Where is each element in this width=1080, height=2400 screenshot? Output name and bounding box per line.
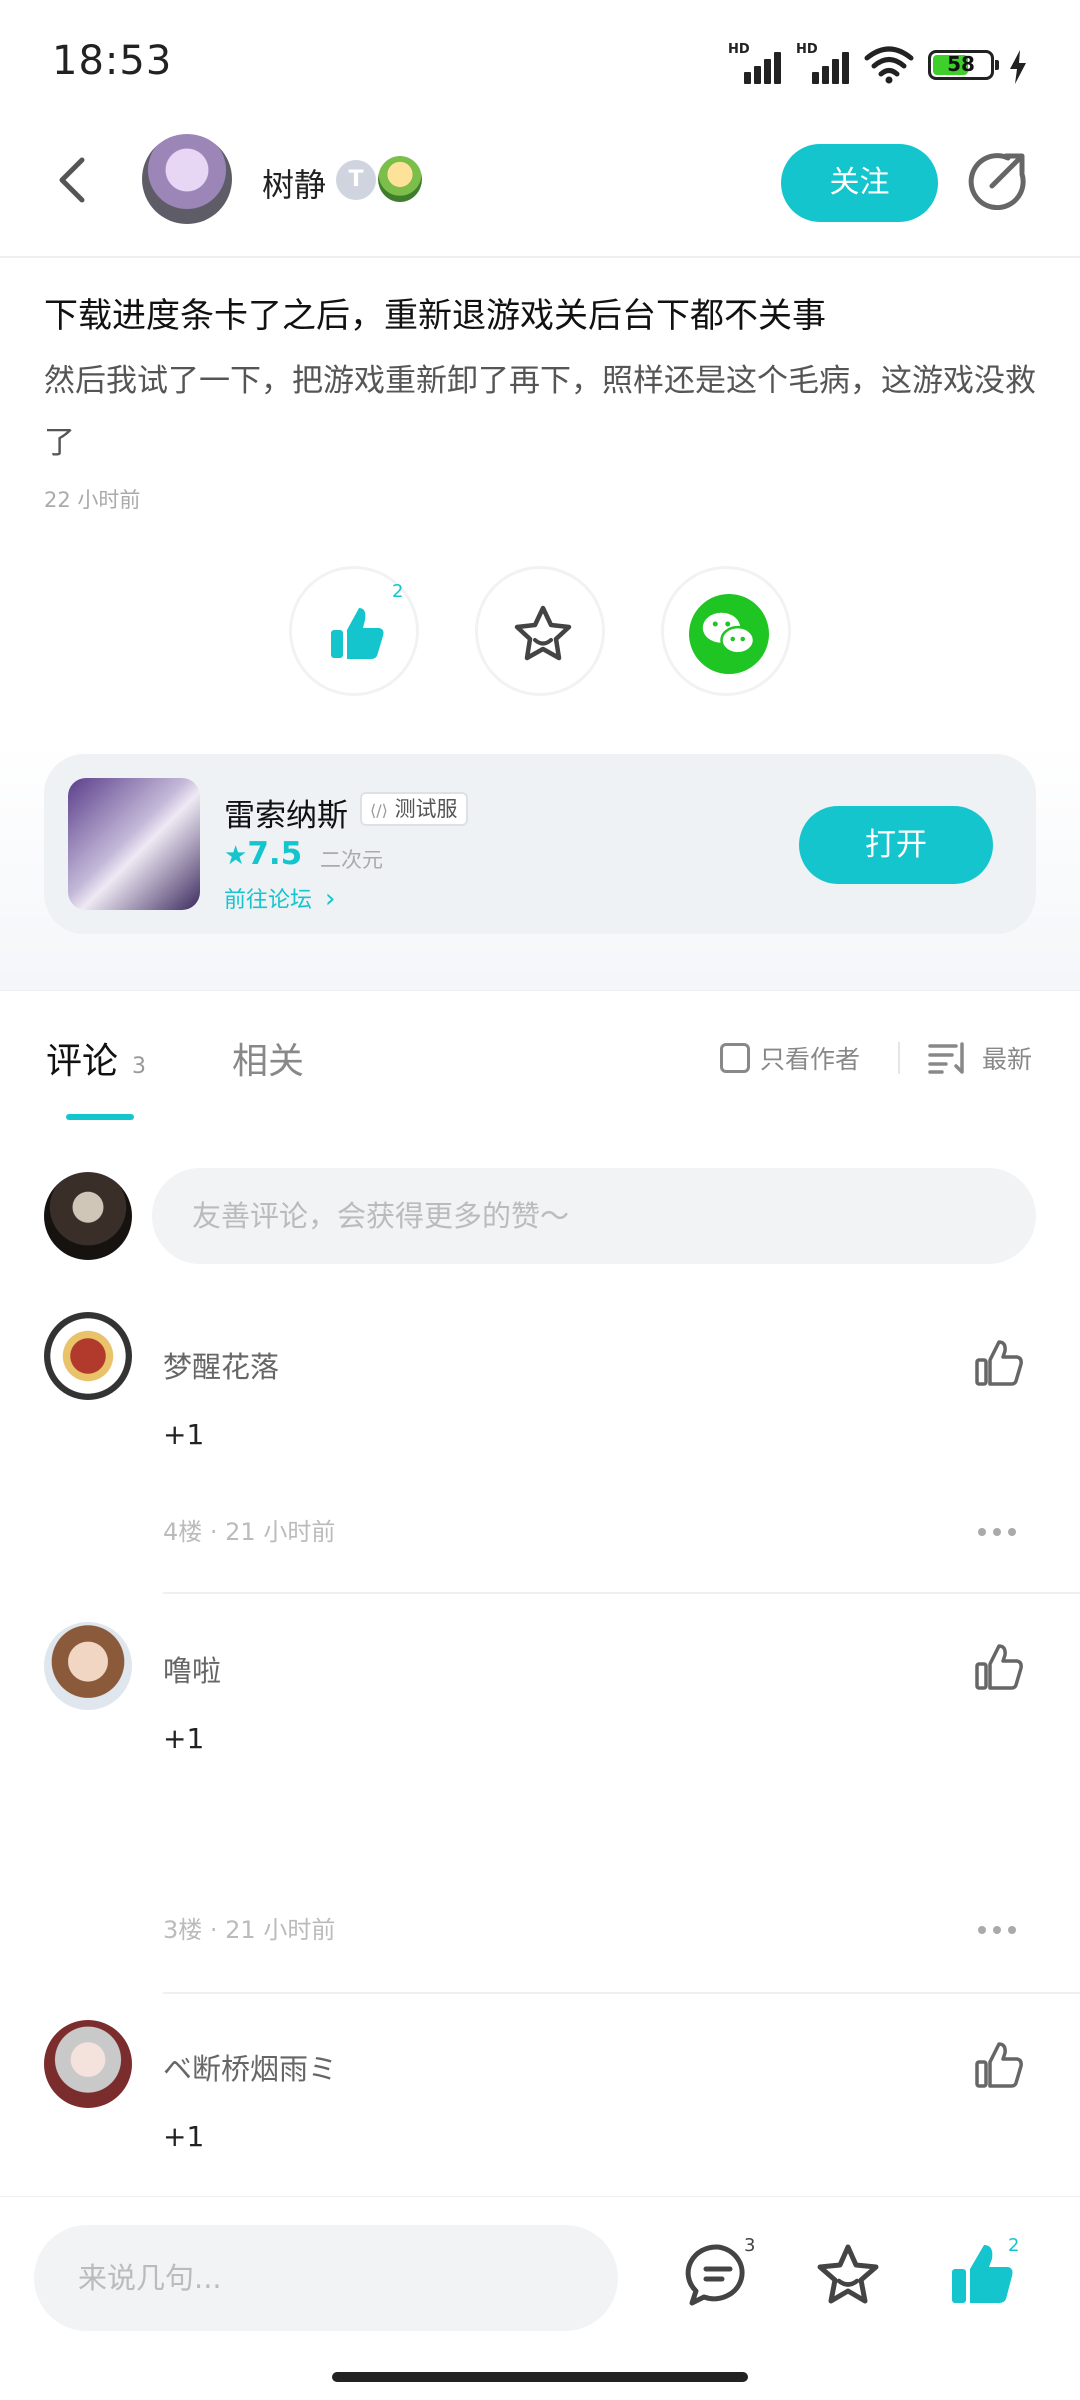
tab-comments-label: 评论 (46, 1041, 119, 1082)
section-divider (0, 990, 1080, 991)
like-count: 2 (392, 581, 404, 602)
post-title: 下载进度条卡了之后，重新退游戏关后台下都不关事 (44, 296, 826, 336)
bottom-like-icon[interactable] (948, 2241, 1016, 2309)
comment-separator (163, 1592, 1080, 1594)
comment-author[interactable]: ベ断桥烟雨ミ (163, 2046, 337, 2088)
favorite-button[interactable] (475, 566, 605, 696)
test-server-tag-label: 测试服 (394, 797, 458, 821)
status-icons: HD HD 58 (728, 40, 1028, 84)
game-rating: ★7.5 (224, 836, 302, 872)
back-arrow-icon[interactable] (48, 150, 98, 210)
sort-icon (928, 1042, 964, 1074)
game-genre: 二次元 (320, 848, 383, 872)
forum-link[interactable]: 前往论坛 › (224, 882, 335, 914)
only-author-toggle[interactable]: 只看作者 (720, 1040, 860, 1076)
charging-icon (1010, 50, 1026, 84)
comment-text: +1 (163, 1722, 205, 1755)
wechat-icon (689, 594, 769, 674)
share-icon[interactable] (968, 150, 1028, 210)
follow-button[interactable]: 关注 (781, 144, 938, 222)
comment-like-icon[interactable] (972, 1640, 1026, 1694)
post-body: 然后我试了一下，把游戏重新卸了再下，照样还是这个毛病，这游戏没救了 (44, 363, 1036, 461)
wechat-share-button[interactable] (661, 566, 791, 696)
status-time: 18:53 (52, 38, 173, 84)
rating-value: 7.5 (247, 836, 303, 872)
comment-text: +1 (163, 1418, 205, 1451)
wifi-icon (864, 46, 914, 84)
comment-avatar[interactable] (44, 1312, 132, 1400)
open-game-button[interactable]: 打开 (799, 806, 993, 884)
test-server-tag: ⟨/⟩ 测试服 (360, 792, 468, 826)
comment-avatar[interactable] (44, 1622, 132, 1710)
tab-indicator (66, 1114, 134, 1120)
battery-icon: 58 (928, 50, 999, 80)
bottom-comment-input[interactable]: 来说几句... (34, 2225, 618, 2331)
comment-avatar[interactable] (44, 2020, 132, 2108)
sort-separator (898, 1042, 900, 1074)
game-icon[interactable] (68, 778, 200, 910)
chevron-right-icon: › (325, 884, 336, 914)
comment-like-icon[interactable] (972, 2038, 1026, 2092)
cell-signal-2-icon: HD (796, 42, 850, 84)
comment-meta: 3楼 · 21 小时前 (163, 1916, 336, 1944)
only-author-label: 只看作者 (760, 1045, 861, 1074)
sort-label: 最新 (982, 1045, 1033, 1074)
cell-signal-icon: HD (728, 42, 782, 84)
bottom-like-count: 2 (1008, 2235, 1020, 2256)
post-header: 树静 T 关注 (0, 120, 1080, 258)
bottom-star-icon[interactable] (814, 2241, 882, 2309)
author-avatar[interactable] (142, 134, 232, 224)
comment-like-icon[interactable] (972, 1336, 1026, 1390)
medal-badge-icon (378, 156, 422, 202)
tab-related[interactable]: 相关 (232, 1032, 304, 1084)
comment-meta: 4楼 · 21 小时前 (163, 1518, 336, 1546)
comment-bubble-icon[interactable] (684, 2241, 752, 2309)
bottom-comment-count: 3 (744, 2235, 756, 2256)
comment-input[interactable]: 友善评论，会获得更多的赞～ (152, 1168, 1036, 1264)
forum-link-label: 前往论坛 (224, 888, 313, 913)
bottom-action-bar: 来说几句... 3 2 (0, 2196, 1080, 2400)
home-indicator[interactable] (332, 2372, 748, 2382)
level-badge: T (336, 160, 376, 200)
more-options-icon[interactable] (976, 1924, 1018, 1936)
game-card[interactable]: 雷索纳斯 ⟨/⟩ 测试服 ★7.5 二次元 前往论坛 › 打开 (44, 754, 1036, 934)
thumbs-up-icon (331, 608, 384, 659)
tab-comments-count: 3 (132, 1054, 147, 1079)
signal-hd-label: HD (728, 42, 750, 57)
checkbox-icon (720, 1043, 750, 1073)
more-options-icon[interactable] (976, 1526, 1018, 1538)
tab-comments[interactable]: 评论 3 (46, 1032, 146, 1084)
battery-level: 58 (947, 52, 975, 76)
signal-hd-label-2: HD (796, 42, 818, 57)
star-icon (514, 605, 572, 661)
rating-star-icon: ★ (224, 841, 248, 871)
sort-button[interactable]: 最新 (928, 1040, 1032, 1076)
comment-author[interactable]: 噜啦 (163, 1648, 221, 1690)
comment-author[interactable]: 梦醒花落 (163, 1344, 279, 1386)
post-time: 22 小时前 (44, 488, 141, 512)
comment-separator (163, 1992, 1080, 1994)
status-bar: 18:53 HD HD 58 (0, 0, 1080, 120)
like-button[interactable]: 2 (289, 566, 419, 696)
game-name: 雷索纳斯 (224, 798, 348, 834)
comment-text: +1 (163, 2120, 205, 2153)
author-name[interactable]: 树静 (262, 160, 326, 206)
code-tag-icon: ⟨/⟩ (370, 801, 388, 820)
my-avatar (44, 1172, 132, 1260)
